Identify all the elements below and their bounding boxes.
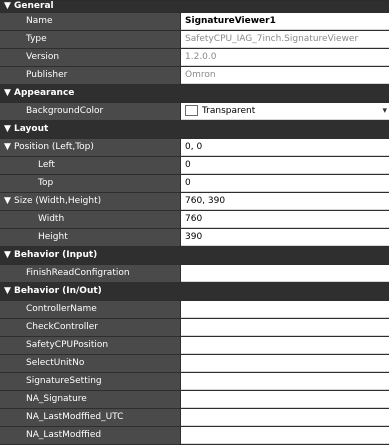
property-row-width[interactable]: Width 760 <box>0 211 389 229</box>
property-value-finishread[interactable] <box>181 265 389 282</box>
property-row-backgroundcolor[interactable]: BackgroundColor Transparent ▾ <box>0 103 389 121</box>
property-name: CheckController <box>0 319 181 336</box>
property-row-type[interactable]: Type SafetyCPU_IAG_7inch.SignatureViewer <box>0 31 389 49</box>
collapse-arrow-icon[interactable]: ▼ <box>4 283 14 300</box>
chevron-down-icon[interactable]: ▾ <box>382 103 387 119</box>
category-behavior-inout[interactable]: ▼ Behavior (In/Out) <box>0 283 389 301</box>
property-value[interactable] <box>181 373 389 390</box>
property-name: Version <box>0 49 181 66</box>
property-value-version: 1.2.0.0 <box>181 49 389 66</box>
property-name: Name <box>0 13 181 30</box>
property-name: SelectUnitNo <box>0 355 181 372</box>
property-name: NA_LastModffied_UTC <box>0 409 181 426</box>
property-row-position[interactable]: ▼ Position (Left,Top) 0, 0 <box>0 139 389 157</box>
color-swatch <box>185 105 198 116</box>
property-name: SignatureSetting <box>0 373 181 390</box>
property-name: Type <box>0 31 181 48</box>
category-appearance[interactable]: ▼ Appearance <box>0 85 389 103</box>
category-label: Behavior (Input) <box>14 250 98 260</box>
property-name: NA_LastModffied <box>0 427 181 444</box>
collapse-arrow-icon[interactable]: ▼ <box>4 85 14 102</box>
category-label: General <box>14 1 54 11</box>
property-row-publisher[interactable]: Publisher Omron <box>0 67 389 85</box>
property-name: NA_Signature <box>0 391 181 408</box>
property-name: FinishReadConfigration <box>0 265 181 282</box>
property-name: SafetyCPUPosition <box>0 337 181 354</box>
category-layout[interactable]: ▼ Layout <box>0 121 389 139</box>
color-picker-dropdown[interactable]: Transparent ▾ <box>181 103 389 120</box>
category-label: Layout <box>14 124 49 134</box>
property-row-left[interactable]: Left 0 <box>0 157 389 175</box>
property-value[interactable] <box>181 355 389 372</box>
property-row-na-lastmodified-utc[interactable]: NA_LastModffied_UTC <box>0 409 389 427</box>
property-name: ▼ Position (Left,Top) <box>0 139 181 156</box>
collapse-arrow-icon[interactable]: ▼ <box>4 1 14 12</box>
property-row-checkcontroller[interactable]: CheckController <box>0 319 389 337</box>
property-row-version[interactable]: Version 1.2.0.0 <box>0 49 389 67</box>
category-label: Appearance <box>14 88 75 98</box>
property-value-height[interactable]: 390 <box>181 229 389 246</box>
property-value[interactable] <box>181 301 389 318</box>
collapse-arrow-icon[interactable]: ▼ <box>4 121 14 138</box>
property-value-type: SafetyCPU_IAG_7inch.SignatureViewer <box>181 31 389 48</box>
category-behavior-input[interactable]: ▼ Behavior (Input) <box>0 247 389 265</box>
property-value[interactable] <box>181 409 389 426</box>
category-label: Behavior (In/Out) <box>14 286 102 296</box>
property-label: Position (Left,Top) <box>14 142 94 152</box>
property-row-height[interactable]: Height 390 <box>0 229 389 247</box>
property-row-na-signature[interactable]: NA_Signature <box>0 391 389 409</box>
property-row-finishread[interactable]: FinishReadConfigration <box>0 265 389 283</box>
property-name: Top <box>0 175 181 192</box>
property-label: Size (Width,Height) <box>14 196 102 206</box>
property-row-na-lastmodified[interactable]: NA_LastModffied <box>0 427 389 445</box>
property-value-left[interactable]: 0 <box>181 157 389 174</box>
property-row-controllername[interactable]: ControllerName <box>0 301 389 319</box>
expand-arrow-icon[interactable]: ▼ <box>4 139 14 156</box>
property-value[interactable] <box>181 337 389 354</box>
property-grid: ▼ General Name SignatureViewer1 Type Saf… <box>0 0 389 445</box>
property-name: BackgroundColor <box>0 103 181 120</box>
property-name: ▼ Size (Width,Height) <box>0 193 181 210</box>
property-value-publisher: Omron <box>181 67 389 84</box>
property-name: Left <box>0 157 181 174</box>
property-row-selectunitno[interactable]: SelectUnitNo <box>0 355 389 373</box>
collapse-arrow-icon[interactable]: ▼ <box>4 247 14 264</box>
property-value[interactable] <box>181 319 389 336</box>
property-name: ControllerName <box>0 301 181 318</box>
property-value-name[interactable]: SignatureViewer1 <box>181 13 389 30</box>
property-name: Width <box>0 211 181 228</box>
property-value-size[interactable]: 760, 390 <box>181 193 389 210</box>
property-row-signaturesetting[interactable]: SignatureSetting <box>0 373 389 391</box>
property-value-top[interactable]: 0 <box>181 175 389 192</box>
property-row-size[interactable]: ▼ Size (Width,Height) 760, 390 <box>0 193 389 211</box>
color-value: Transparent <box>202 106 256 116</box>
property-name: Height <box>0 229 181 246</box>
property-row-top[interactable]: Top 0 <box>0 175 389 193</box>
property-value[interactable] <box>181 391 389 408</box>
property-value-position[interactable]: 0, 0 <box>181 139 389 156</box>
property-row-safetycpuposition[interactable]: SafetyCPUPosition <box>0 337 389 355</box>
property-name: Publisher <box>0 67 181 84</box>
property-value[interactable] <box>181 427 389 444</box>
property-row-name[interactable]: Name SignatureViewer1 <box>0 13 389 31</box>
category-general[interactable]: ▼ General <box>0 1 389 13</box>
expand-arrow-icon[interactable]: ▼ <box>4 193 14 210</box>
property-value-width[interactable]: 760 <box>181 211 389 228</box>
